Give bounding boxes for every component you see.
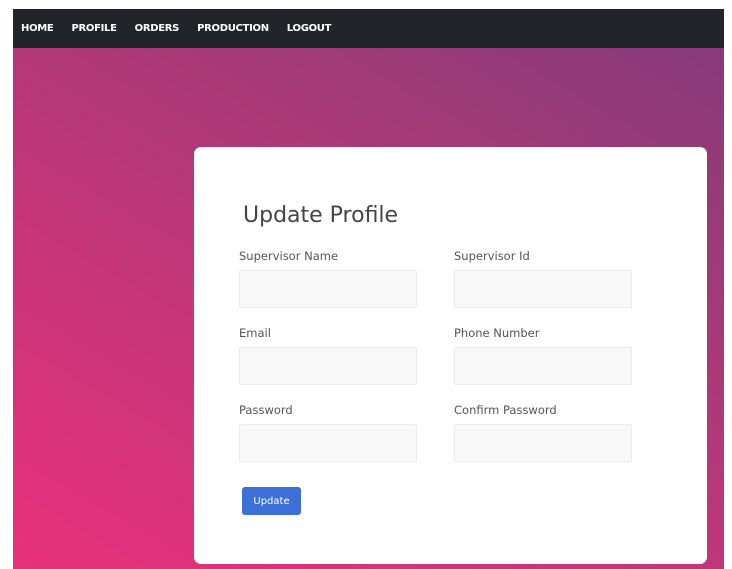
- supervisor-id-label: Supervisor Id: [454, 249, 530, 263]
- form-title: Update Profile: [243, 203, 399, 228]
- phone-number-label: Phone Number: [454, 326, 540, 340]
- supervisor-name-label: Supervisor Name: [239, 249, 339, 263]
- email-label: Email: [239, 326, 271, 340]
- email-input[interactable]: [239, 347, 417, 385]
- nav-production-link[interactable]: PRODUCTION: [197, 23, 269, 34]
- supervisor-name-input[interactable]: [239, 270, 417, 308]
- password-input[interactable]: [239, 424, 417, 462]
- nav-profile-link[interactable]: PROFILE: [71, 23, 116, 34]
- confirm-password-label: Confirm Password: [454, 403, 557, 417]
- nav-home-link[interactable]: HOME: [21, 23, 54, 34]
- update-profile-card: Update Profile Supervisor Name Superviso…: [194, 147, 707, 564]
- confirm-password-input[interactable]: [454, 424, 632, 462]
- phone-number-input[interactable]: [454, 347, 632, 385]
- page-viewport: HOME PROFILE ORDERS PRODUCTION LOGOUT Up…: [13, 9, 724, 569]
- nav-logout-link[interactable]: LOGOUT: [287, 23, 332, 34]
- nav-orders-link[interactable]: ORDERS: [135, 23, 180, 34]
- top-navbar: HOME PROFILE ORDERS PRODUCTION LOGOUT: [13, 9, 724, 48]
- update-button[interactable]: Update: [242, 487, 301, 515]
- supervisor-id-input[interactable]: [454, 270, 632, 308]
- password-label: Password: [239, 403, 293, 417]
